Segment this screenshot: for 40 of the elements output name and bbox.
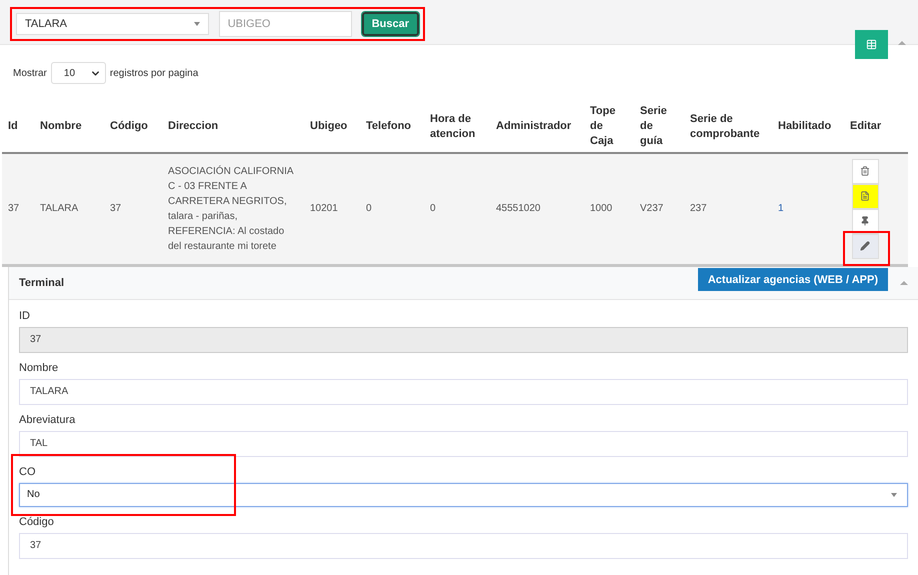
- document-button[interactable]: [852, 184, 878, 209]
- document-icon: [860, 191, 870, 202]
- text-field[interactable]: 37: [19, 532, 908, 558]
- table-icon: [866, 39, 877, 50]
- table-cell: 0: [360, 153, 424, 265]
- panel-title: Terminal: [19, 276, 64, 288]
- table-cell: 1: [772, 153, 844, 265]
- table-cell: V237: [634, 153, 684, 265]
- table-cell: 45551020: [490, 153, 584, 265]
- trash-icon: [860, 166, 870, 176]
- table-view-button[interactable]: [855, 30, 888, 59]
- update-agencies-button[interactable]: Actualizar agencias (WEB / APP): [698, 268, 888, 291]
- caret-icon: [891, 492, 897, 496]
- page-size-select[interactable]: 10: [50, 62, 106, 84]
- terminal-select[interactable]: TALARA: [16, 13, 209, 35]
- text-field[interactable]: TAL: [19, 430, 908, 456]
- table-cell: 37: [104, 153, 162, 265]
- table-cell: 0: [424, 153, 490, 265]
- co-select[interactable]: No: [19, 482, 908, 506]
- delete-button[interactable]: [852, 158, 878, 184]
- table-cell: 1000: [584, 153, 634, 265]
- edit-button[interactable]: [852, 234, 878, 259]
- field-label: CO: [19, 466, 36, 478]
- field-label: Abreviatura: [19, 414, 76, 426]
- pin-icon: [860, 216, 870, 226]
- field-label: ID: [19, 310, 31, 322]
- show-label: Mostrar: [13, 68, 47, 78]
- table-cell: 237: [684, 153, 772, 265]
- pencil-icon: [860, 241, 870, 252]
- per-page-label: registros por pagina: [110, 68, 198, 78]
- table-cell: 37: [2, 153, 34, 265]
- search-button[interactable]: Buscar: [362, 12, 419, 36]
- table-cell: ASOCIACIÓN CALIFORNIA C - 03 FRENTE A CARRETERA NEGRITOS, talara - pariñas, REFERENCIA: Al costado del restaurante mi torete: [162, 153, 304, 265]
- ubigeo-field[interactable]: UBIGEO: [218, 11, 352, 37]
- table-cell: TALARA: [34, 153, 104, 265]
- caret-icon: [194, 22, 200, 26]
- field-label: Código: [19, 516, 55, 528]
- text-field[interactable]: TALARA: [19, 378, 908, 404]
- table-cell: 10201: [304, 153, 360, 265]
- field-label: Nombre: [19, 362, 60, 374]
